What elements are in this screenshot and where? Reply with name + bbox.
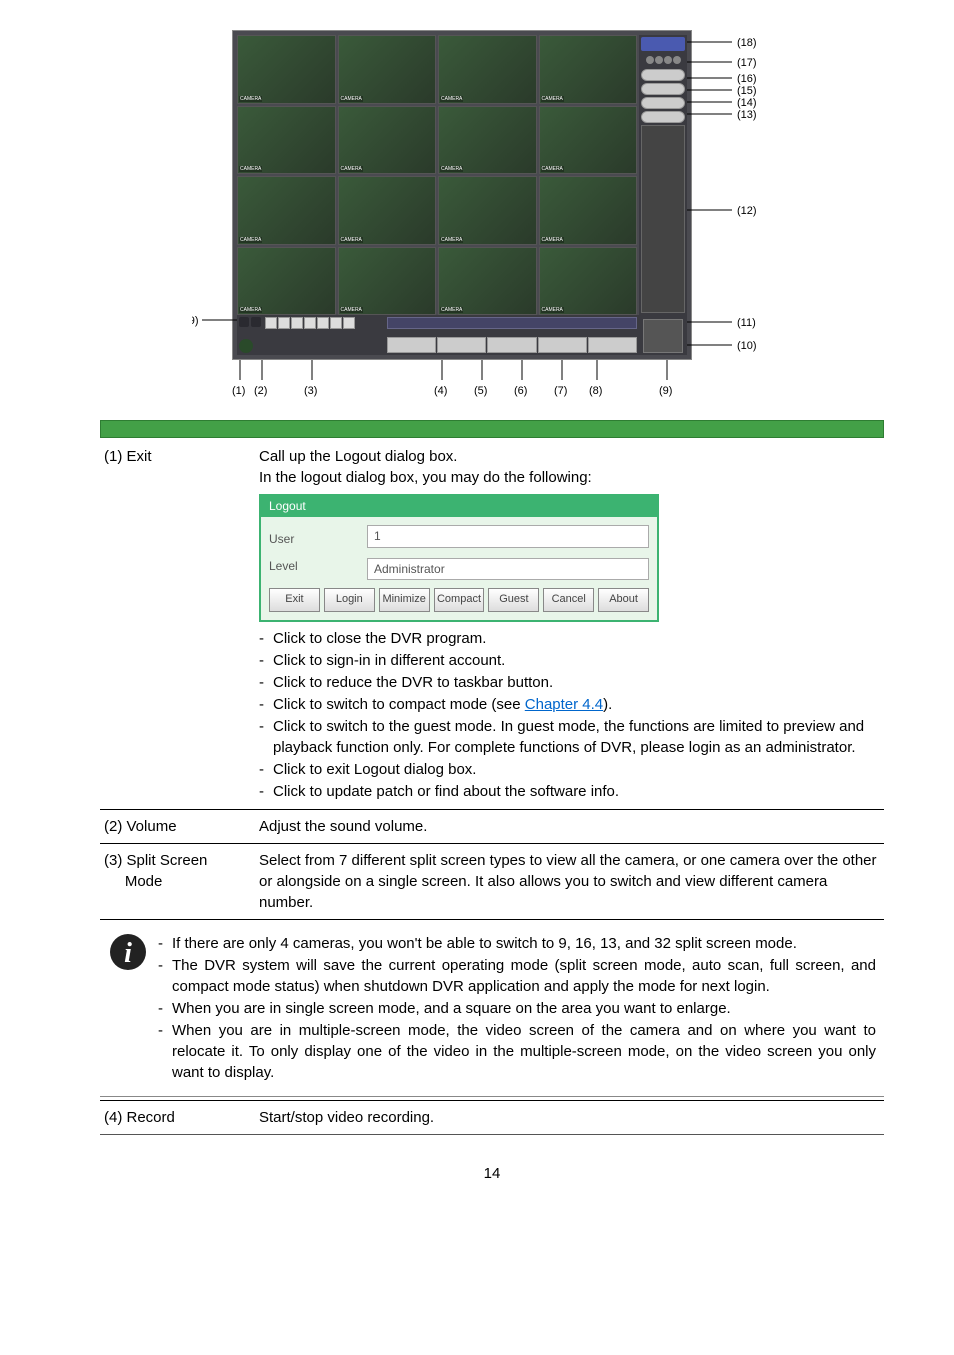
svg-text:(18): (18): [737, 37, 757, 49]
row2-label: (2) Volume: [100, 809, 255, 843]
info-icon: i: [108, 932, 148, 972]
svg-text:(13): (13): [737, 109, 757, 121]
right-panel: [639, 35, 687, 315]
dvr-screenshot-figure: (18) (17) (16) (15) (14) (13) (12) (11) …: [192, 30, 792, 400]
logout-title: Logout: [261, 496, 657, 517]
info-item-4: When you are in multiple-screen mode, th…: [158, 1020, 876, 1083]
cancel-button[interactable]: Cancel: [543, 588, 594, 611]
info-item-3: When you are in single screen mode, and …: [158, 998, 876, 1019]
svg-text:(7): (7): [554, 385, 567, 397]
login-button[interactable]: Login: [324, 588, 375, 611]
level-label: Level: [269, 558, 359, 575]
dvr-app-window: [232, 30, 692, 360]
row4-content: Start/stop video recording.: [255, 1100, 884, 1134]
name-table: (1) Exit Call up the Logout dialog box. …: [100, 440, 884, 1135]
svg-text:(17): (17): [737, 57, 757, 69]
svg-text:(4): (4): [434, 385, 447, 397]
about-button[interactable]: About: [598, 588, 649, 611]
svg-text:(6): (6): [514, 385, 527, 397]
svg-text:(10): (10): [737, 340, 757, 352]
logout-dialog: Logout User Level 1 Administrator Exit L…: [259, 494, 659, 622]
svg-text:(5): (5): [474, 385, 487, 397]
guest-button[interactable]: Guest: [488, 588, 539, 611]
level-field[interactable]: Administrator: [367, 558, 649, 581]
svg-text:(16): (16): [737, 73, 757, 85]
row3-content: Select from 7 different split screen typ…: [255, 843, 884, 919]
info-box: i If there are only 4 cameras, you won't…: [104, 926, 880, 1090]
row1-label: (1) Exit: [100, 440, 255, 809]
row2-content: Adjust the sound volume.: [255, 809, 884, 843]
svg-text:(12): (12): [737, 205, 757, 217]
info-item-1: If there are only 4 cameras, you won't b…: [158, 933, 876, 954]
row4-label: (4) Record: [100, 1100, 255, 1134]
svg-text:(15): (15): [737, 85, 757, 97]
svg-text:(9): (9): [659, 385, 672, 397]
exit-intro2: In the logout dialog box, you may do the…: [259, 467, 880, 488]
bottom-bar: [237, 315, 687, 355]
video-grid: [237, 35, 637, 315]
page-number: 14: [100, 1165, 884, 1182]
minimize-button[interactable]: Minimize: [379, 588, 430, 611]
exit-button[interactable]: Exit: [269, 588, 320, 611]
svg-text:(3): (3): [304, 385, 317, 397]
section-bar: [100, 420, 884, 438]
chapter-link[interactable]: Chapter 4.4: [525, 696, 603, 713]
svg-text:(1): (1): [232, 385, 245, 397]
info-item-2: The DVR system will save the current ope…: [158, 955, 876, 997]
row1-content: Call up the Logout dialog box. In the lo…: [255, 440, 884, 809]
compact-button[interactable]: Compact: [434, 588, 485, 611]
svg-text:(11): (11): [737, 317, 756, 329]
svg-text:(8): (8): [589, 385, 602, 397]
exit-intro1: Call up the Logout dialog box.: [259, 446, 880, 467]
svg-text:(14): (14): [737, 97, 757, 109]
svg-text:i: i: [124, 938, 132, 969]
user-label: User: [269, 531, 359, 548]
svg-text:(2): (2): [254, 385, 267, 397]
row3-label: (3) Split Screen Mode: [100, 843, 255, 919]
exit-bullets: Click to close the DVR program. Click to…: [259, 628, 880, 802]
svg-text:(19): (19): [192, 315, 199, 327]
user-field[interactable]: 1: [367, 525, 649, 548]
